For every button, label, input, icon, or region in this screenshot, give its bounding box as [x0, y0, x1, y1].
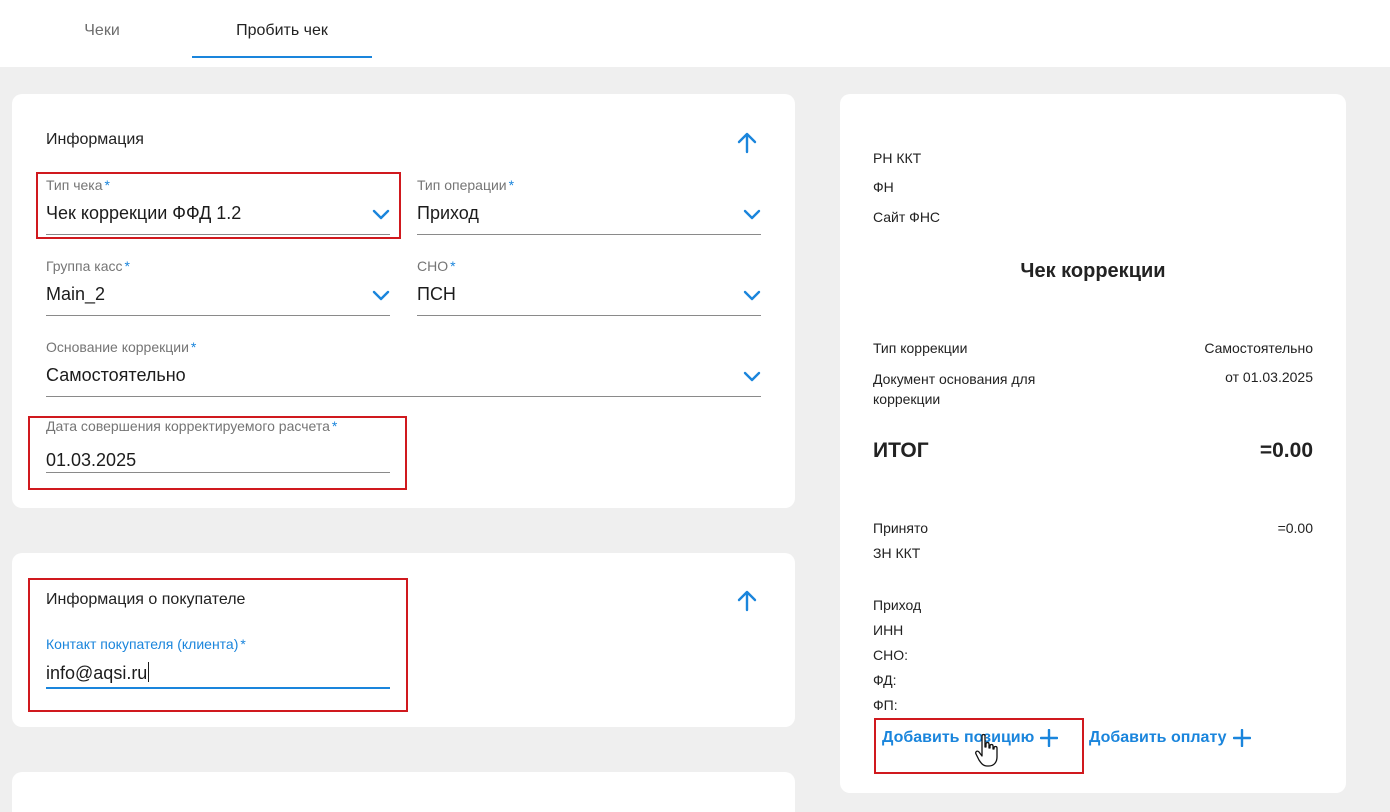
tax-system-label: СНО	[417, 258, 449, 274]
plus-icon	[1040, 729, 1059, 747]
chevron-down-icon[interactable]	[743, 207, 761, 221]
receipt-inn: ИНН	[873, 622, 904, 638]
accepted-label: Принято	[873, 520, 929, 536]
basis-doc-label: Документ основания для коррекции	[873, 371, 1036, 407]
correction-type-label: Тип коррекции	[873, 340, 968, 356]
buyer-section-title: Информация о покупателе	[46, 591, 246, 608]
operation-type-value: Приход	[417, 203, 479, 223]
required-mark: *	[124, 258, 130, 274]
operation-type-select[interactable]: Тип операции * Приход	[417, 177, 761, 237]
buyer-contact-label: Контакт покупателя (клиента)	[46, 636, 239, 652]
text-caret	[148, 662, 150, 682]
receipt-zn-kkt: ЗН ККТ	[873, 545, 921, 561]
chevron-down-icon[interactable]	[372, 207, 390, 221]
operation-type-label: Тип операции	[417, 177, 507, 193]
cash-group-label: Группа касс	[46, 258, 123, 274]
add-payment-button[interactable]: Добавить оплату	[1089, 729, 1251, 747]
receipt-fns-site: Сайт ФНС	[873, 209, 941, 225]
receipt-fd: ФД:	[873, 672, 897, 688]
receipt-preview: РН ККТ ФН Сайт ФНС Чек коррекции Тип кор…	[840, 94, 1346, 793]
receipt-fp: ФП:	[873, 697, 898, 713]
total-value: =0.00	[1259, 439, 1313, 462]
required-mark: *	[104, 177, 110, 193]
info-section-title: Информация	[46, 131, 144, 148]
correction-basis-value: Самостоятельно	[46, 365, 186, 385]
receipt-income: Приход	[873, 597, 922, 613]
field-underline	[46, 396, 761, 397]
field-underline-active	[46, 687, 390, 689]
required-mark: *	[331, 418, 338, 434]
buyer-contact-value: info@aqsi.ru	[46, 663, 148, 683]
correction-basis-label: Основание коррекции	[46, 339, 189, 355]
required-mark: *	[450, 258, 456, 274]
accepted-value: =0.00	[1277, 520, 1313, 536]
cash-group-select[interactable]: Группа касс * Main_2	[46, 258, 390, 318]
correction-type-value: Самостоятельно	[1204, 340, 1313, 356]
receipt-fn: ФН	[873, 179, 894, 195]
chevron-down-icon[interactable]	[743, 288, 761, 302]
correction-date-label: Дата совершения корректируемого расчета	[46, 418, 330, 434]
receipt-sno: СНО:	[873, 647, 908, 663]
basis-doc-value: от 01.03.2025	[1225, 369, 1313, 385]
top-tab-bar: Чеки Пробить чек	[0, 0, 1390, 67]
add-position-button[interactable]: Добавить позицию	[882, 729, 1059, 747]
buyer-contact-input[interactable]: Контакт покупателя (клиента) * info@aqsi.…	[46, 636, 390, 696]
required-mark: *	[508, 177, 515, 193]
receipt-type-select[interactable]: Тип чека * Чек коррекции ФФД 1.2	[46, 177, 390, 237]
tax-system-select[interactable]: СНО * ПСН	[417, 258, 761, 318]
add-payment-label: Добавить оплату	[1089, 729, 1227, 746]
arrow-up-icon[interactable]	[736, 590, 758, 612]
total-label: ИТОГ	[873, 439, 929, 462]
receipt-type-value: Чек коррекции ФФД 1.2	[46, 203, 242, 223]
tab-checks[interactable]: Чеки	[12, 0, 192, 58]
arrow-up-icon[interactable]	[736, 132, 758, 154]
cash-group-value: Main_2	[46, 284, 106, 304]
chevron-down-icon[interactable]	[743, 369, 761, 383]
add-position-label: Добавить позицию	[882, 729, 1035, 746]
buyer-card: Информация о покупателе Контакт покупате…	[12, 553, 795, 727]
field-underline	[417, 234, 761, 235]
field-underline	[417, 315, 761, 316]
tab-punch-receipt[interactable]: Пробить чек	[192, 0, 372, 58]
field-underline	[46, 234, 390, 235]
field-underline	[46, 315, 390, 316]
receipt-type-label: Тип чека	[46, 177, 103, 193]
required-mark: *	[240, 636, 246, 652]
correction-date-value: 01.03.2025	[46, 450, 137, 470]
receipt-title: Чек коррекции	[1020, 260, 1166, 282]
correction-basis-select[interactable]: Основание коррекции * Самостоятельно	[46, 339, 761, 399]
tax-system-value: ПСН	[417, 284, 456, 304]
next-card	[12, 772, 795, 812]
field-underline	[46, 472, 390, 473]
required-mark: *	[190, 339, 197, 355]
plus-icon	[1232, 729, 1251, 747]
chevron-down-icon[interactable]	[372, 288, 390, 302]
correction-date-field[interactable]: Дата совершения корректируемого расчета *…	[46, 418, 390, 480]
info-card: Информация Тип чека * Чек коррекции ФФД 1…	[12, 94, 795, 508]
receipt-rn-kkt: РН ККТ	[873, 150, 922, 166]
